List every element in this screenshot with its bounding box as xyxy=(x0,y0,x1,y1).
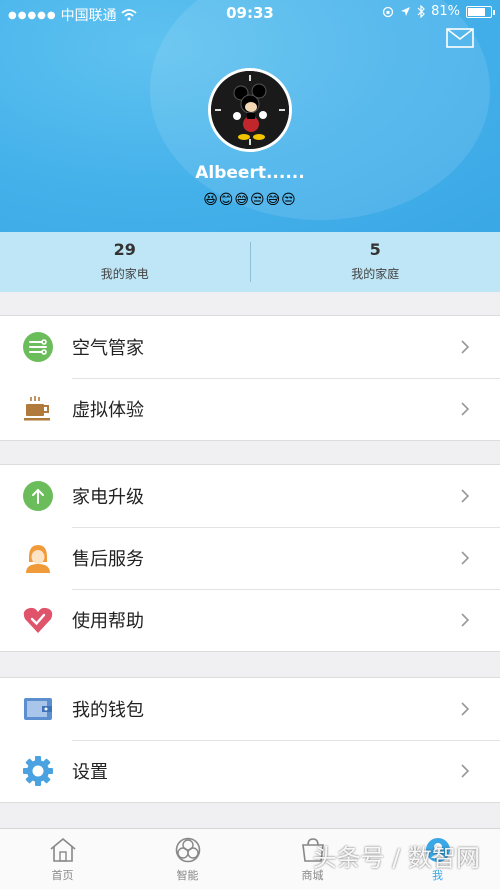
menu-item-settings[interactable]: 设置 xyxy=(0,740,500,802)
menu-item-help[interactable]: 使用帮助 xyxy=(0,589,500,651)
heart-help-icon xyxy=(22,604,54,636)
mail-icon[interactable] xyxy=(446,28,474,48)
menu-item-wallet[interactable]: 我的钱包 xyxy=(0,678,500,740)
smart-icon xyxy=(175,837,200,863)
gear-icon xyxy=(22,755,54,787)
tab-smart[interactable]: 智能 xyxy=(125,829,250,889)
bluetooth-icon xyxy=(417,5,425,18)
avatar[interactable] xyxy=(208,68,292,152)
stat-appliances-label: 我的家电 xyxy=(100,267,149,281)
stat-family[interactable]: 5 我的家庭 xyxy=(251,232,500,292)
menu-item-appliance-upgrade[interactable]: 家电升级 xyxy=(0,465,500,527)
username: Albeert...... xyxy=(195,163,305,183)
chevron-right-icon xyxy=(461,613,470,627)
battery-fill xyxy=(468,7,485,16)
lock-rotation-icon xyxy=(382,6,394,17)
chevron-right-icon xyxy=(461,551,470,565)
header-glow xyxy=(150,0,490,220)
menu-label-help: 使用帮助 xyxy=(72,611,144,632)
profile-header: ●●●●● 中国联通 09:33 81% Albeert...... 😆😊😅😒😅… xyxy=(0,0,500,232)
menu-item-air-butler[interactable]: 空气管家 xyxy=(0,316,500,378)
menu-group-2: 家电升级 售后服务 使用帮助 xyxy=(0,464,500,652)
chevron-right-icon xyxy=(461,702,470,716)
menu-label-settings: 设置 xyxy=(72,762,108,783)
tab-smart-label: 智能 xyxy=(176,869,199,882)
location-icon xyxy=(401,7,411,16)
menu-label-wallet: 我的钱包 xyxy=(72,700,144,721)
menu-label-virtual-experience: 虚拟体验 xyxy=(72,400,144,421)
chevron-right-icon xyxy=(461,402,470,416)
menu-label-appliance-upgrade: 家电升级 xyxy=(72,487,144,508)
status-right: 81% xyxy=(382,4,495,19)
tab-home-label: 首页 xyxy=(51,869,74,882)
home-icon xyxy=(49,837,76,862)
menu-item-virtual-experience[interactable]: 虚拟体验 xyxy=(0,378,500,440)
watermark: 头条号 / 数智网 xyxy=(312,844,480,872)
battery-percent: 81% xyxy=(431,4,460,19)
chevron-right-icon xyxy=(461,489,470,503)
chevron-right-icon xyxy=(461,764,470,778)
wallet-icon xyxy=(22,693,54,725)
tab-home[interactable]: 首页 xyxy=(0,829,125,889)
emoji-signature: 😆😊😅😒😅😒 xyxy=(203,192,297,208)
upgrade-arrow-icon xyxy=(22,480,54,512)
status-bar: ●●●●● 中国联通 09:33 81% xyxy=(0,0,500,26)
mickey-clock-avatar-icon xyxy=(211,71,289,149)
battery-icon xyxy=(466,5,495,18)
coffee-cup-icon xyxy=(22,393,54,425)
stats-bar: 29 我的家电 5 我的家庭 xyxy=(0,232,500,292)
stat-appliances[interactable]: 29 我的家电 xyxy=(0,232,250,292)
menu-item-after-sales[interactable]: 售后服务 xyxy=(0,527,500,589)
service-person-icon xyxy=(22,542,54,574)
chevron-right-icon xyxy=(461,340,470,354)
stat-family-count: 5 xyxy=(369,240,381,259)
stat-appliances-count: 29 xyxy=(113,240,136,259)
air-butler-icon xyxy=(22,331,54,363)
menu-group-3: 我的钱包 设置 xyxy=(0,677,500,803)
menu-label-after-sales: 售后服务 xyxy=(72,549,144,570)
menu-group-1: 空气管家 虚拟体验 xyxy=(0,315,500,441)
menu-label-air-butler: 空气管家 xyxy=(72,338,144,359)
stat-family-label: 我的家庭 xyxy=(351,267,400,281)
